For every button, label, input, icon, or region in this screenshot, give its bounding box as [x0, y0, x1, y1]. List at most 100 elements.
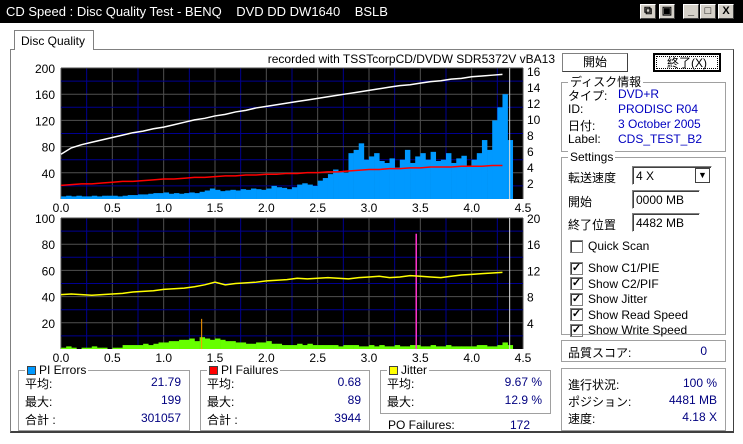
max-label: 最大: [25, 395, 53, 409]
y-tick-label: 20 [42, 317, 56, 331]
pif-bar [266, 341, 272, 349]
start-input[interactable]: 0000 MB [632, 190, 700, 209]
pie-bar [456, 158, 462, 199]
pie-bar [302, 183, 308, 199]
pie-bar [399, 159, 406, 199]
pif-bar [66, 346, 72, 349]
pif-bar [235, 342, 241, 349]
pif-bar [353, 345, 360, 349]
y2-tick-label: 20 [527, 212, 541, 226]
pif-bar [369, 345, 375, 349]
checkbox-show-read-speed[interactable]: ✓ Show Read Speed [570, 307, 688, 323]
pie-bar [107, 195, 113, 199]
po-failures-label: PO Failures: [388, 418, 455, 432]
x-tick-label: 1.0 [155, 351, 172, 365]
pie-bar [245, 189, 252, 199]
checkbox-show-c2-pif[interactable]: ✓ Show C2/PIF [570, 276, 659, 292]
x-tick-label: 1.0 [155, 201, 172, 215]
pif-bar [240, 342, 247, 349]
checkbox-quick-scan[interactable]: Quick Scan [570, 238, 649, 254]
checkbox-box[interactable]: ✓ [570, 292, 583, 306]
x-tick-label: 3.0 [361, 351, 378, 365]
pie-bar [307, 184, 313, 199]
y2-tick-label: 2 [527, 177, 534, 191]
pie-bar [122, 195, 129, 199]
pif-bar [112, 347, 118, 349]
progress-group: 進行状況: 100 % ポジション: 4481 MB 速度: 4.18 X [561, 368, 726, 431]
pif-bar [286, 345, 293, 349]
checkbox-show-write-speed[interactable]: ✓ Show Write Speed [570, 322, 687, 338]
max-label: 最大: [207, 395, 235, 409]
x-tick-label: 2.5 [309, 201, 326, 215]
checkbox-show-c1-pie[interactable]: ✓ Show C1/PIE [570, 260, 659, 276]
pie-bar [143, 194, 149, 199]
checkbox-label: Show Read Speed [588, 307, 689, 322]
pif-bar [148, 345, 154, 349]
pif-bar [312, 345, 318, 349]
pie-bar [199, 191, 206, 199]
pie-bar [163, 192, 170, 199]
y2-tick-label: 8 [527, 129, 534, 143]
pie-bar [61, 196, 67, 199]
pie-bar [204, 190, 211, 199]
pie-bar [492, 120, 498, 199]
pif-bar [322, 345, 329, 349]
pie-bar [497, 107, 503, 199]
quality-score-box: 品質スコア: 0 [561, 340, 726, 362]
progress-value: 100 % [682, 376, 717, 390]
pif-bar [245, 343, 252, 349]
stop-button[interactable]: 終了(X) [653, 53, 721, 72]
pi-failures-avg: 0.68 [337, 375, 361, 389]
pie-bar [312, 185, 318, 199]
pie-bar [440, 159, 447, 199]
pif-bar [394, 345, 401, 349]
pif-bar [348, 345, 354, 349]
pi-errors-avg: 21.79 [150, 375, 181, 389]
pie-bar [420, 153, 426, 199]
pif-bar [209, 339, 216, 349]
pie-bar [127, 195, 134, 199]
speed-readout-value: 4.18 X [682, 410, 717, 424]
tab-disc-quality[interactable]: Disc Quality [14, 30, 94, 50]
pie-bar [451, 162, 457, 199]
pif-bar [230, 341, 236, 349]
pif-bar [404, 346, 411, 349]
pif-bar [481, 345, 488, 349]
pif-bar [333, 345, 339, 349]
x-tick-label: 1.5 [207, 201, 224, 215]
pif-bar [430, 345, 437, 349]
pie-bar [394, 167, 401, 199]
checkbox-show-jitter[interactable]: ✓ Show Jitter [570, 291, 647, 307]
pie-bar [235, 190, 241, 199]
checkbox-box[interactable]: ✓ [570, 261, 583, 275]
disc-label: CDS_TEST_B2 [618, 132, 703, 146]
pie-bar [112, 195, 118, 199]
pif-bar [476, 345, 483, 349]
pif-bar [132, 345, 139, 349]
y2-tick-label: 12 [527, 97, 541, 111]
pif-bar [507, 345, 514, 349]
checkbox-label: Quick Scan [588, 239, 650, 253]
checkbox-label: Show C1/PIE [588, 261, 660, 275]
pif-bar [317, 345, 324, 349]
y2-tick-label: 12 [527, 264, 541, 278]
pi-errors-swatch [27, 365, 36, 375]
pif-bar [363, 346, 370, 349]
pie-bar [322, 178, 329, 199]
speed-select[interactable]: 4 X ▼ [632, 166, 712, 185]
start-button[interactable]: 開始 [562, 53, 628, 72]
pie-bar [374, 153, 380, 199]
avg-label: 平均: [25, 377, 53, 391]
y2-tick-label: 4 [527, 317, 534, 331]
pif-bar [271, 343, 277, 349]
pif-bar [256, 342, 262, 349]
checkbox-box[interactable]: ✓ [570, 308, 583, 321]
checkbox-box[interactable]: ✓ [570, 277, 583, 290]
end-input[interactable]: 4482 MB [632, 213, 700, 232]
y-tick-label: 200 [35, 62, 55, 76]
checkbox-box[interactable]: ✓ [570, 323, 583, 337]
chevron-down-icon[interactable]: ▼ [695, 168, 710, 183]
pif-bar [399, 346, 406, 349]
checkbox-box[interactable] [570, 239, 583, 253]
pie-bar [168, 193, 175, 199]
